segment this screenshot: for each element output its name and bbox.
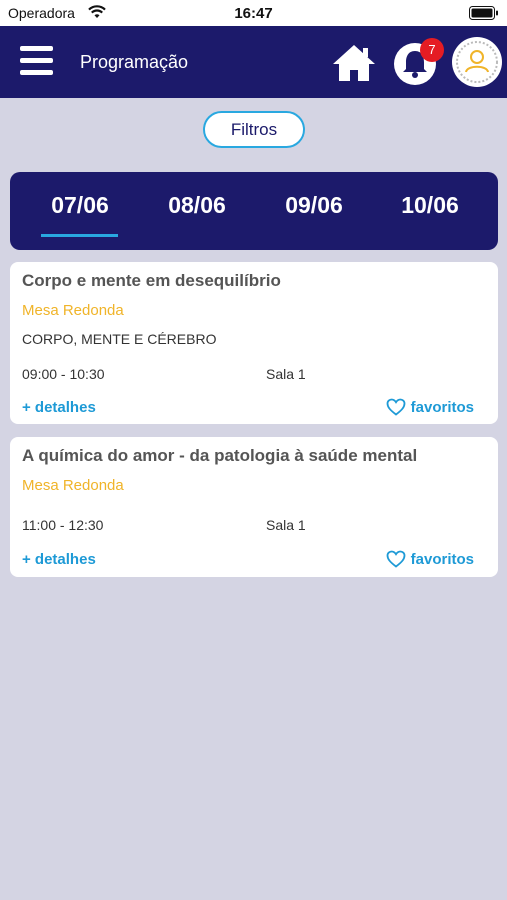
session-room: Sala 1: [266, 517, 306, 533]
session-time: 11:00 - 12:30: [22, 517, 104, 533]
tab-date-0906[interactable]: 09/06: [259, 192, 369, 219]
home-icon[interactable]: [331, 43, 377, 83]
session-title: A química do amor - da patologia à saúde…: [22, 446, 418, 465]
filters-button[interactable]: Filtros: [203, 111, 305, 148]
date-tabs: 07/06 08/06 09/06 10/06: [10, 172, 498, 250]
profile-avatar[interactable]: [452, 37, 502, 87]
user-icon: [456, 41, 498, 83]
status-bar: Operadora 16:47: [0, 0, 507, 26]
app-header: Programação 7: [0, 26, 507, 98]
favorite-label: favoritos: [410, 398, 474, 416]
tab-date-0806[interactable]: 08/06: [142, 192, 252, 219]
favorite-button[interactable]: favoritos: [386, 550, 474, 568]
selected-tab-indicator: [41, 234, 118, 237]
notification-badge: 7: [420, 38, 444, 62]
clock-label: 16:47: [234, 5, 273, 22]
session-theme: CORPO, MENTE E CÉREBRO: [22, 331, 217, 347]
tab-date-0706[interactable]: 07/06: [25, 192, 135, 219]
hamburger-icon[interactable]: [20, 46, 54, 76]
session-type: Mesa Redonda: [22, 477, 124, 494]
session-type: Mesa Redonda: [22, 302, 124, 319]
session-card: Corpo e mente em desequilíbrio Mesa Redo…: [10, 262, 498, 424]
details-link[interactable]: + detalhes: [22, 551, 96, 568]
details-link[interactable]: + detalhes: [22, 399, 96, 416]
session-time: 09:00 - 10:30: [22, 366, 105, 382]
session-title: Corpo e mente em desequilíbrio: [22, 271, 281, 290]
page-title: Programação: [80, 52, 189, 72]
session-room: Sala 1: [266, 366, 306, 382]
heart-icon: [386, 550, 406, 568]
session-card: A química do amor - da patologia à saúde…: [10, 437, 498, 577]
heart-icon: [386, 398, 406, 416]
tab-date-1006[interactable]: 10/06: [375, 192, 485, 219]
favorite-label: favoritos: [410, 550, 474, 568]
favorite-button[interactable]: favoritos: [386, 398, 474, 416]
battery-icon: [469, 6, 499, 25]
